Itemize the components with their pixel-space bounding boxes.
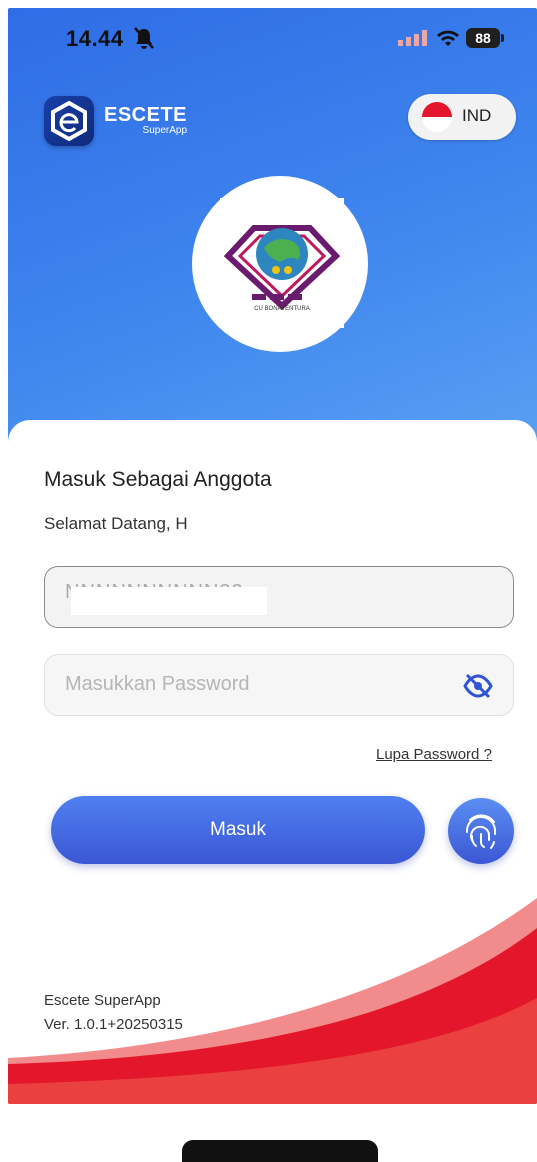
brand: ESCETE SuperApp bbox=[104, 104, 187, 136]
fingerprint-login-button[interactable] bbox=[448, 798, 514, 864]
language-selector[interactable]: IND bbox=[408, 94, 516, 140]
password-field[interactable]: Masukkan Password bbox=[44, 654, 514, 716]
battery-tip bbox=[501, 34, 504, 42]
bell-muted-icon bbox=[134, 27, 154, 49]
eye-off-icon[interactable] bbox=[463, 673, 493, 699]
app-logo-icon bbox=[44, 96, 94, 146]
org-logo: CU BONAVENTURA bbox=[220, 198, 344, 328]
signal-icon bbox=[398, 30, 427, 46]
redaction-block bbox=[71, 587, 267, 615]
login-title: Masuk Sebagai Anggota bbox=[44, 468, 272, 491]
indonesia-flag-icon bbox=[422, 102, 452, 132]
brand-name: ESCETE bbox=[104, 104, 188, 126]
battery-icon: 88 bbox=[466, 28, 500, 48]
status-time: 14.44 bbox=[66, 26, 124, 51]
login-button[interactable]: Masuk bbox=[51, 796, 425, 864]
username-field[interactable]: NNNNNNNNNN33 bbox=[44, 566, 514, 628]
fingerprint-icon bbox=[465, 814, 496, 849]
footer-app-name: Escete SuperApp bbox=[44, 992, 161, 1009]
forgot-password-link[interactable]: Lupa Password ? bbox=[376, 746, 492, 763]
phone-screen: 14.44 88 ESCETE SuperApp IND CU BONAVENT… bbox=[8, 8, 537, 1104]
language-label: IND bbox=[462, 106, 492, 125]
wifi-icon bbox=[437, 30, 459, 46]
footer-version: Ver. 1.0.1+20250315 bbox=[44, 1016, 183, 1033]
welcome-text: Selamat Datang, H bbox=[44, 514, 188, 533]
home-indicator bbox=[182, 1140, 378, 1162]
org-logo-text: CU BONAVENTURA bbox=[254, 306, 310, 312]
password-placeholder: Masukkan Password bbox=[65, 673, 250, 695]
